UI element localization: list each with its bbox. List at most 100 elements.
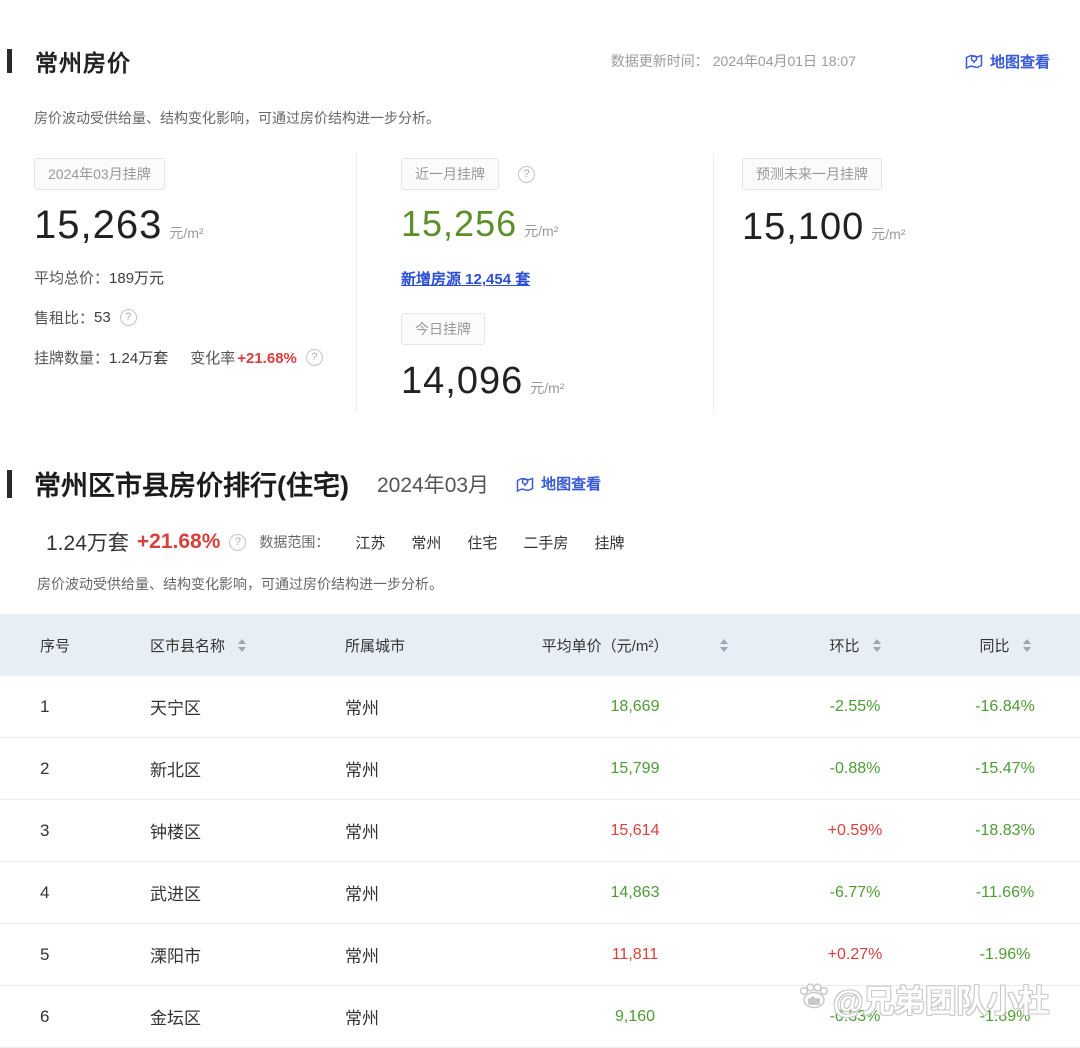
table-row[interactable]: 1 天宁区 常州 18,669 -2.55% -16.84% — [0, 676, 1080, 738]
paw-logo-icon: du — [797, 978, 831, 1020]
title-accent-bar — [7, 49, 12, 73]
price-unit: 元/m² — [871, 224, 905, 244]
cell-rank: 2 — [0, 759, 110, 779]
cell-rank: 1 — [0, 697, 110, 717]
cell-mom: -0.88% — [780, 760, 930, 778]
cell-rank: 6 — [0, 1007, 110, 1027]
forecast-price: 15,100 元/m² — [742, 206, 1080, 249]
ranking-title: 常州区市县房价排行(住宅) — [34, 464, 349, 503]
title-accent-bar — [7, 470, 12, 498]
help-icon[interactable]: ? — [229, 534, 246, 551]
cell-price: 14,863 — [490, 884, 780, 902]
cell-district: 武进区 — [110, 880, 310, 905]
sort-icon[interactable] — [873, 639, 881, 652]
sale-rent-ratio: 售租比： 53 ? — [34, 307, 356, 328]
listing-count-row: 挂牌数量： 1.24万套 变化率+21.68% ? — [34, 347, 356, 368]
scope-item-listing: 挂牌 — [594, 532, 624, 553]
help-icon[interactable]: ? — [518, 166, 535, 183]
cell-yoy: -11.66% — [930, 884, 1080, 902]
new-listings-link[interactable]: 新增房源 12,454 套 — [401, 268, 530, 289]
price-value: 15,100 — [742, 206, 864, 249]
scope-item-type: 住宅 — [467, 532, 497, 553]
recent-listing-badge: 近一月挂牌 — [401, 158, 499, 190]
header-yoy: 同比 — [930, 635, 1080, 656]
scope-label: 数据范围： — [259, 532, 329, 552]
cell-rank: 4 — [0, 883, 110, 903]
month-listing-badge: 2024年03月挂牌 — [34, 158, 165, 190]
help-icon[interactable]: ? — [120, 309, 137, 326]
update-time-value: 2024年04月01日 18:07 — [713, 53, 856, 69]
month-listing-price: 15,263 元/m² — [34, 203, 356, 248]
recent-listing-price: 15,256 元/m² — [401, 203, 713, 245]
map-view-link[interactable]: 地图查看 — [964, 51, 1050, 72]
map-view-label: 地图查看 — [541, 473, 601, 494]
page-title: 常州房价 — [35, 44, 131, 78]
change-rate-value: +21.68% — [237, 350, 297, 367]
scope-item-province: 江苏 — [355, 532, 385, 553]
cell-city: 常州 — [310, 694, 490, 719]
price-unit: 元/m² — [530, 378, 564, 398]
ranking-month: 2024年03月 — [377, 469, 489, 499]
overview-section: 常州房价 数据更新时间：2024年04月01日 18:07 地图查看 房价波动受… — [0, 0, 1080, 412]
cell-yoy: -18.83% — [930, 822, 1080, 840]
cell-price: 11,811 — [490, 946, 780, 964]
table-header-row: 序号 区市县名称 所属城市 平均单价（元/m²） 环比 同比 — [0, 614, 1080, 676]
price-unit: 元/m² — [169, 223, 203, 243]
today-listing-price: 14,096 元/m² — [401, 360, 713, 403]
cell-district: 金坛区 — [110, 1004, 310, 1029]
cell-rank: 5 — [0, 945, 110, 965]
watermark: du @兄弟团队小杜 — [797, 976, 1049, 1021]
month-listing-panel: 2024年03月挂牌 15,263 元/m² 平均总价： 189万元 售租比： … — [0, 154, 356, 412]
table-row[interactable]: 2 新北区 常州 15,799 -0.88% -15.47% — [0, 738, 1080, 800]
header-rank: 序号 — [0, 635, 110, 656]
avg-total-value: 189万元 — [109, 267, 164, 288]
cell-rank: 3 — [0, 821, 110, 841]
cell-yoy: -15.47% — [930, 760, 1080, 778]
rent-ratio-value: 53 — [94, 309, 111, 326]
overview-subtitle: 房价波动受供给量、结构变化影响，可通过房价结构进一步分析。 — [34, 108, 1080, 128]
map-view-label: 地图查看 — [990, 51, 1050, 72]
scope-item-city: 常州 — [411, 532, 441, 553]
map-view-link[interactable]: 地图查看 — [515, 473, 601, 494]
cell-price: 15,614 — [490, 822, 780, 840]
cell-price: 9,160 — [490, 1008, 780, 1026]
cell-district: 溧阳市 — [110, 942, 310, 967]
table-row[interactable]: 4 武进区 常州 14,863 -6.77% -11.66% — [0, 862, 1080, 924]
cell-mom: +0.59% — [780, 822, 930, 840]
avg-total-label: 平均总价： — [34, 267, 109, 288]
rent-ratio-label: 售租比： — [34, 307, 94, 328]
cell-city: 常州 — [310, 942, 490, 967]
map-pin-icon — [515, 474, 535, 494]
cell-district: 钟楼区 — [110, 818, 310, 843]
ranking-stats: 1.24万套 +21.68% ? 数据范围： 江苏 常州 住宅 二手房 挂牌 — [46, 527, 1080, 557]
cell-city: 常州 — [310, 818, 490, 843]
price-value: 15,263 — [34, 203, 162, 248]
header-mom: 环比 — [780, 635, 930, 656]
change-rate-label: 变化率 — [190, 350, 235, 367]
sort-icon[interactable] — [238, 639, 246, 652]
watermark-text: @兄弟团队小杜 — [833, 976, 1049, 1021]
cell-mom: +0.27% — [780, 946, 930, 964]
cell-city: 常州 — [310, 880, 490, 905]
ranking-subtitle: 房价波动受供给量、结构变化影响，可通过房价结构进一步分析。 — [37, 574, 1080, 594]
header-price: 平均单价（元/m²） — [490, 635, 780, 656]
price-value: 15,256 — [401, 203, 517, 245]
price-unit: 元/m² — [524, 221, 558, 241]
total-listing-count: 1.24万套 — [46, 527, 129, 557]
forecast-badge: 预测未来一月挂牌 — [742, 158, 882, 190]
svg-text:du: du — [809, 996, 820, 1006]
sort-icon[interactable] — [720, 639, 728, 652]
today-listing-badge: 今日挂牌 — [401, 313, 485, 345]
total-change-rate: +21.68% — [137, 530, 221, 554]
cell-price: 15,799 — [490, 760, 780, 778]
cell-yoy: -16.84% — [930, 698, 1080, 716]
cell-yoy: -1.96% — [930, 946, 1080, 964]
recent-listing-panel: 近一月挂牌 ? 15,256 元/m² 新增房源 12,454 套 今日挂牌 1… — [356, 154, 713, 412]
scope-item-market: 二手房 — [523, 532, 568, 553]
table-row[interactable]: 3 钟楼区 常州 15,614 +0.59% -18.83% — [0, 800, 1080, 862]
help-icon[interactable]: ? — [306, 349, 323, 366]
listing-count-value: 1.24万套 — [109, 347, 168, 368]
price-value: 14,096 — [401, 360, 523, 403]
cell-price: 18,669 — [490, 698, 780, 716]
sort-icon[interactable] — [1023, 639, 1031, 652]
